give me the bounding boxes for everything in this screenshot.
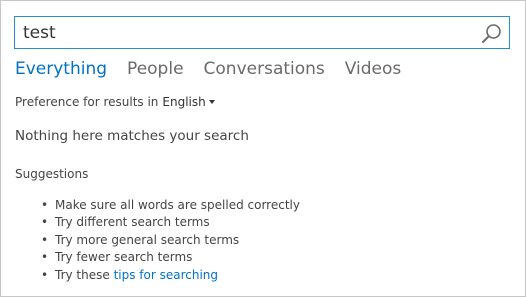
search-results-panel: Everything People Conversations Videos P…	[0, 0, 526, 297]
caret-down-icon	[208, 100, 215, 104]
search-scope-tabs: Everything People Conversations Videos	[15, 59, 401, 79]
language-preference: Preference for results in English	[15, 95, 215, 109]
bullet-icon: •	[41, 267, 49, 282]
tab-videos[interactable]: Videos	[345, 59, 402, 79]
tab-people[interactable]: People	[127, 59, 183, 79]
no-results-message: Nothing here matches your search	[15, 128, 249, 144]
suggestions-heading: Suggestions	[15, 167, 89, 181]
suggestion-item: • Try fewer search terms	[41, 249, 300, 266]
suggestion-item: • Try different search terms	[41, 214, 300, 231]
suggestion-text: Make sure all words are spelled correctl…	[55, 198, 300, 212]
preference-label: Preference for results in	[15, 95, 159, 109]
suggestion-item: • Try these tips for searching	[41, 267, 300, 284]
search-icon[interactable]	[481, 23, 503, 45]
suggestions-list: • Make sure all words are spelled correc…	[41, 197, 300, 284]
language-value: English	[162, 95, 206, 109]
suggestion-text: Try these	[55, 267, 110, 282]
suggestion-text: Try more general search terms	[55, 232, 240, 247]
bullet-icon: •	[41, 198, 49, 212]
tips-for-searching-link[interactable]: tips for searching	[114, 268, 218, 282]
suggestion-item: • Make sure all words are spelled correc…	[41, 197, 300, 214]
search-input[interactable]	[23, 21, 463, 45]
suggestion-text: Try different search terms	[55, 215, 210, 230]
bullet-icon: •	[41, 232, 49, 247]
bullet-icon: •	[41, 215, 49, 230]
suggestion-text: Try fewer search terms	[55, 250, 193, 265]
tab-everything[interactable]: Everything	[15, 59, 107, 79]
suggestion-item: • Try more general search terms	[41, 232, 300, 249]
tab-conversations[interactable]: Conversations	[204, 59, 325, 79]
search-box[interactable]	[14, 16, 510, 49]
bullet-icon: •	[41, 250, 49, 265]
language-dropdown[interactable]: English	[162, 95, 215, 109]
